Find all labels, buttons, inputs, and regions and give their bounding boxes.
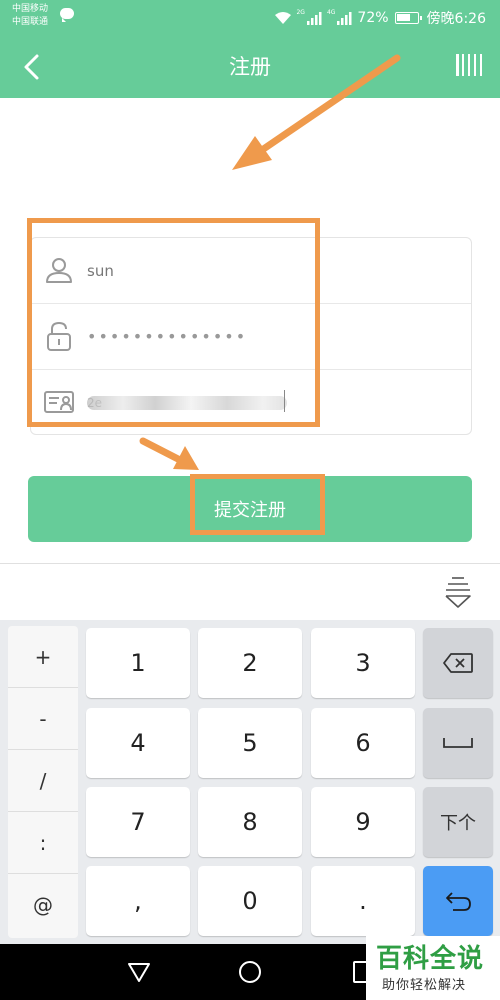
key-8[interactable]: 8 xyxy=(198,787,302,857)
key-9[interactable]: 9 xyxy=(311,787,415,857)
next-key[interactable]: 下个 xyxy=(423,787,493,857)
register-screen: 中国移动 中国联通 2G 4G 72% 傍晚6:26 注册 sun ••••••… xyxy=(0,0,500,1000)
key-0[interactable]: 0 xyxy=(198,866,302,936)
next-key-label: 下个 xyxy=(440,813,476,834)
key-3[interactable]: 3 xyxy=(311,628,415,698)
key-6[interactable]: 6 xyxy=(311,708,415,778)
battery-percent: 72% xyxy=(357,10,389,26)
carrier-2: 中国联通 xyxy=(12,17,49,27)
scan-button[interactable] xyxy=(456,54,482,80)
clock: 傍晚6:26 xyxy=(426,11,486,27)
network-type-2: 4G xyxy=(326,8,336,16)
battery-level xyxy=(396,14,411,21)
key-1[interactable]: 1 xyxy=(86,628,190,698)
watermark-subtitle: 助你轻松解决 xyxy=(382,978,467,993)
key-2[interactable]: 2 xyxy=(198,628,302,698)
signal-icon xyxy=(306,11,323,25)
watermark-logo: 百科全说 助你轻松解决 xyxy=(366,936,500,1000)
status-indicators: 2G 4G 72% 傍晚6:26 xyxy=(274,6,486,30)
watermark-title: 百科全说 xyxy=(376,944,485,974)
button-highlight-box xyxy=(190,474,325,535)
key-period[interactable]: . xyxy=(311,866,415,936)
title-bar: 注册 xyxy=(0,36,500,98)
nav-home-button[interactable] xyxy=(236,958,264,986)
signal-icon-2 xyxy=(337,11,353,25)
space-icon xyxy=(443,738,473,748)
backspace-icon xyxy=(443,653,473,673)
network-type-1: 2G xyxy=(296,8,305,16)
hide-keyboard-icon xyxy=(445,577,471,608)
carrier-info: 中国移动 中国联通 xyxy=(12,3,48,29)
battery-icon xyxy=(394,12,422,24)
key-colon[interactable]: : xyxy=(8,812,78,874)
collapse-keyboard-button[interactable] xyxy=(444,575,472,609)
nav-back-button[interactable] xyxy=(125,958,153,986)
message-notification-icon xyxy=(60,8,74,22)
backspace-key[interactable] xyxy=(423,628,493,698)
space-key[interactable] xyxy=(423,708,493,778)
key-7[interactable]: 7 xyxy=(86,787,190,857)
barcode-icon xyxy=(456,54,459,76)
divider xyxy=(0,563,500,564)
key-comma[interactable]: , xyxy=(86,866,190,936)
numeric-keyboard: + - / : @ 1 2 3 4 5 6 7 8 9 , 0 . 下个 xyxy=(0,620,500,944)
key-4[interactable]: 4 xyxy=(86,708,190,778)
key-minus[interactable]: - xyxy=(8,688,78,750)
status-bar: 中国移动 中国联通 2G 4G 72% 傍晚6:26 xyxy=(0,0,500,36)
key-at[interactable]: @ xyxy=(8,874,78,936)
circle-home-icon xyxy=(239,961,261,983)
key-plus[interactable]: + xyxy=(8,626,78,688)
key-5[interactable]: 5 xyxy=(198,708,302,778)
wifi-icon xyxy=(274,11,292,25)
carrier-1: 中国移动 xyxy=(12,4,49,14)
page-title: 注册 xyxy=(229,55,271,79)
enter-key[interactable] xyxy=(423,866,493,936)
symbol-column: + - / : @ xyxy=(8,626,78,938)
form-highlight-box xyxy=(27,218,320,427)
return-icon xyxy=(446,892,471,911)
key-slash[interactable]: / xyxy=(8,750,78,812)
triangle-back-icon xyxy=(128,963,150,982)
